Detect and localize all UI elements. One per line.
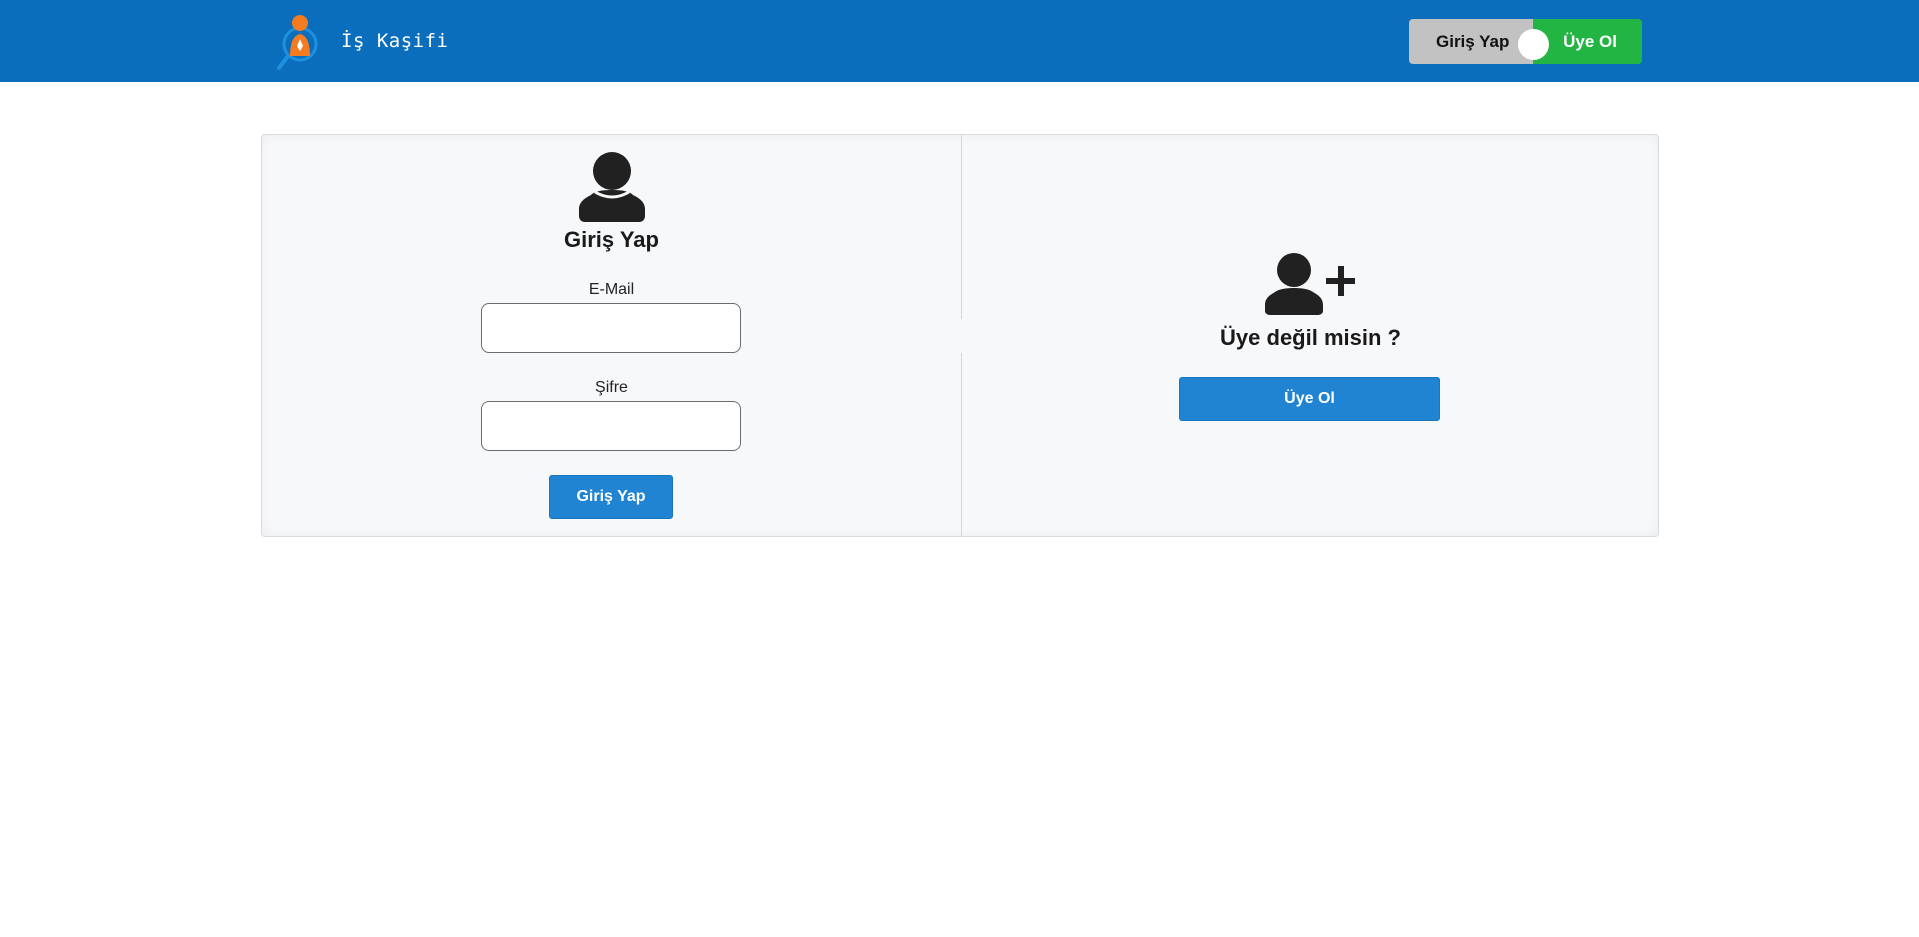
email-label: E-Mail: [588, 281, 635, 298]
auth-card: Giriş Yap E-Mail Şifre Giriş Yap Üye değ…: [261, 134, 1659, 537]
top-navbar: İş Kaşifi Giriş Yap Üye Ol: [0, 0, 1919, 82]
signup-title: Üye değil misin ?: [1220, 325, 1401, 350]
toggle-signup-option[interactable]: Üye Ol: [1533, 19, 1642, 64]
login-title: Giriş Yap: [564, 227, 659, 252]
signup-button[interactable]: Üye Ol: [1179, 377, 1440, 421]
user-plus-icon: [1265, 253, 1355, 315]
password-input[interactable]: [481, 401, 741, 451]
magnifier-person-logo: [277, 15, 318, 70]
email-input[interactable]: [481, 303, 741, 353]
toggle-login-option[interactable]: Giriş Yap: [1409, 19, 1533, 64]
password-label: Şifre: [595, 379, 628, 396]
login-signup-toggle[interactable]: Giriş Yap Üye Ol: [1409, 19, 1642, 64]
brand-name: İş Kaşifi: [341, 30, 449, 52]
user-icon: [579, 152, 645, 222]
login-panel: Giriş Yap E-Mail Şifre Giriş Yap: [262, 135, 961, 536]
toggle-knob[interactable]: [1518, 29, 1549, 60]
signup-panel: Üye değil misin ? Üye Ol: [962, 135, 1659, 536]
login-button[interactable]: Giriş Yap: [549, 475, 673, 519]
brand[interactable]: İş Kaşifi: [276, 10, 448, 72]
